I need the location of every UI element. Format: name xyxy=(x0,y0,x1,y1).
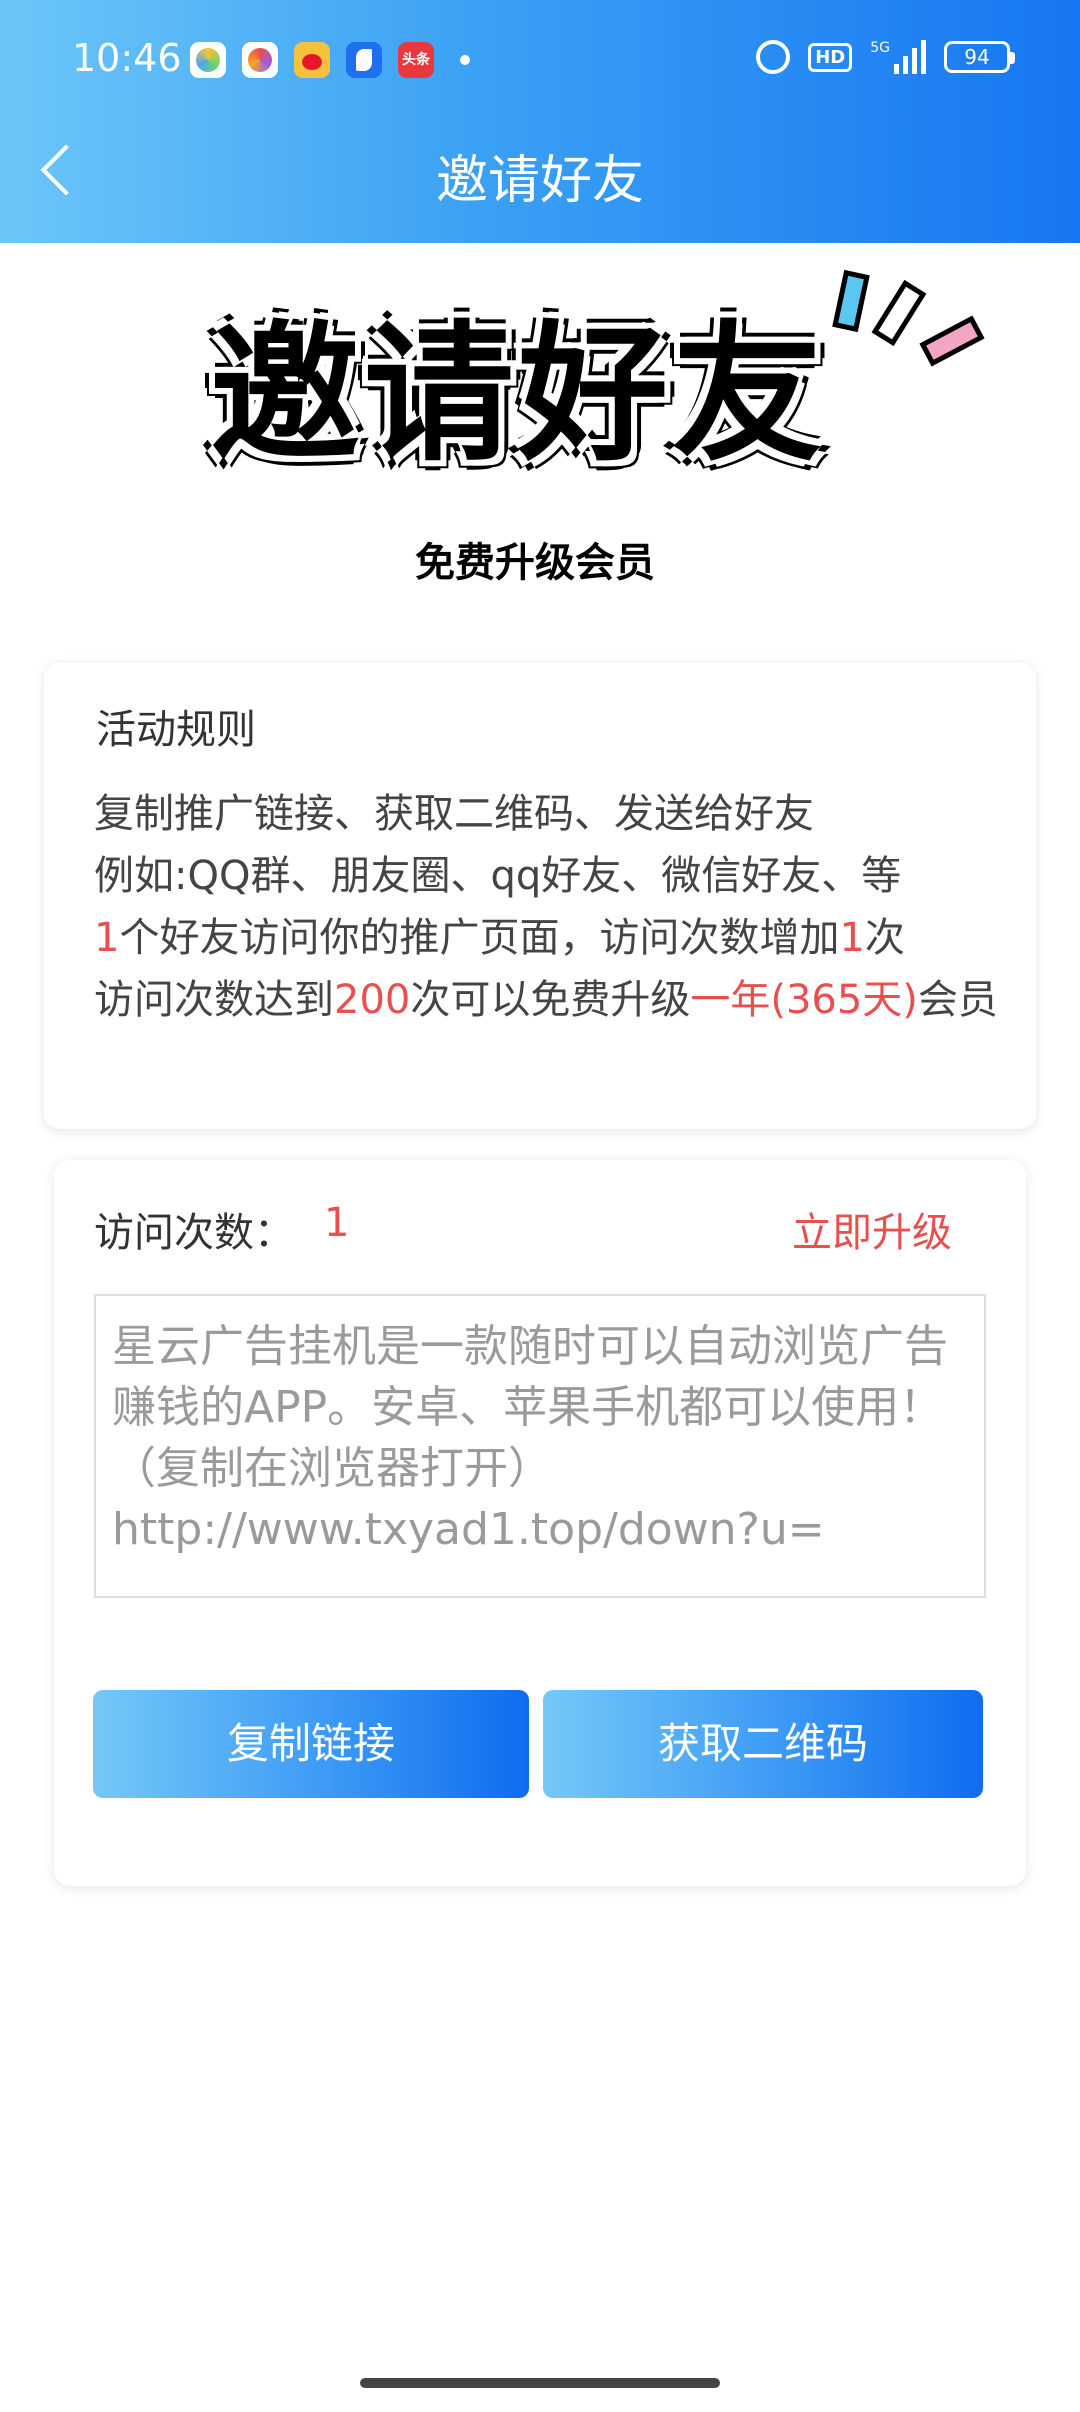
rules-text: 复制推广链接、获取二维码、发送给好友 例如:QQ群、朋友圈、qq好友、微信好友、… xyxy=(94,783,1034,1031)
home-indicator[interactable] xyxy=(360,2378,720,2388)
status-time: 10:46 xyxy=(72,36,182,80)
header-bar: 10:46 头条 HD 5G 94 邀请好友 xyxy=(0,0,1080,243)
promo-link-textarea[interactable]: 星云广告挂机是一款随时可以自动浏览广告赚钱的APP。安卓、苹果手机都可以使用！（… xyxy=(94,1294,986,1598)
rules-reward-duration: 一年(365天) xyxy=(690,977,918,1023)
deco-stripe-pink xyxy=(919,315,985,367)
system-icons: HD 5G 94 xyxy=(756,40,1015,74)
invite-banner: 邀请好友 免费升级会员 xyxy=(190,269,990,600)
rules-card: 活动规则 复制推广链接、获取二维码、发送给好友 例如:QQ群、朋友圈、qq好友、… xyxy=(44,663,1036,1129)
deco-stripe-blue-2 xyxy=(871,279,927,347)
battery-icon: 94 xyxy=(944,41,1015,73)
get-qrcode-button[interactable]: 获取二维码 xyxy=(543,1690,983,1798)
rules-line-4-start: 访问次数达到 xyxy=(94,977,334,1023)
rules-friend-count: 1 xyxy=(94,915,120,961)
weibo-icon xyxy=(294,42,330,78)
visit-count-value: 1 xyxy=(324,1200,350,1246)
more-notifications-dot xyxy=(460,55,470,65)
rules-visit-target: 200 xyxy=(334,977,411,1023)
rules-line-3-text: 个好友访问你的推广页面，访问次数增加 xyxy=(119,915,840,961)
rules-line-4: 访问次数达到200次可以免费升级一年(365天)会员 xyxy=(94,969,1034,1031)
copy-link-button[interactable]: 复制链接 xyxy=(93,1690,529,1798)
upgrade-now-link[interactable]: 立即升级 xyxy=(792,1200,952,1258)
visit-count-label: 访问次数： xyxy=(94,1210,294,1256)
battery-level: 94 xyxy=(964,45,990,69)
network-type: 5G xyxy=(870,40,890,56)
banner-title: 邀请好友 xyxy=(210,308,827,482)
notification-icons: 头条 xyxy=(190,42,470,78)
page-title: 邀请好友 xyxy=(435,151,644,211)
wallet-app-icon xyxy=(190,42,226,78)
deco-stripe-blue-1 xyxy=(832,269,870,333)
rules-line-1: 复制推广链接、获取二维码、发送给好友 xyxy=(94,791,814,837)
toutiao-icon: 头条 xyxy=(398,42,434,78)
rules-line-3: 1个好友访问你的推广页面，访问次数增加1次 xyxy=(94,907,1034,969)
rules-visit-increment: 1 xyxy=(839,915,865,961)
browser-app-icon xyxy=(346,42,382,78)
alarm-icon xyxy=(756,40,791,74)
signal-5g-icon: 5G xyxy=(870,40,926,74)
rules-line-4-end: 会员 xyxy=(917,977,998,1023)
palette-app-icon xyxy=(242,42,278,78)
invite-card: 访问次数： 1 立即升级 星云广告挂机是一款随时可以自动浏览广告赚钱的APP。安… xyxy=(54,1160,1026,1886)
hd-icon: HD xyxy=(808,42,853,72)
rules-line-3-end: 次 xyxy=(864,915,905,961)
rules-line-2: 例如:QQ群、朋友圈、qq好友、微信好友、等 xyxy=(94,853,902,899)
rules-title: 活动规则 xyxy=(96,707,256,753)
rules-line-4-mid: 次可以免费升级 xyxy=(410,977,691,1023)
status-bar: 10:46 头条 HD 5G 94 xyxy=(0,0,1080,124)
banner-subtitle: 免费升级会员 xyxy=(415,540,655,586)
